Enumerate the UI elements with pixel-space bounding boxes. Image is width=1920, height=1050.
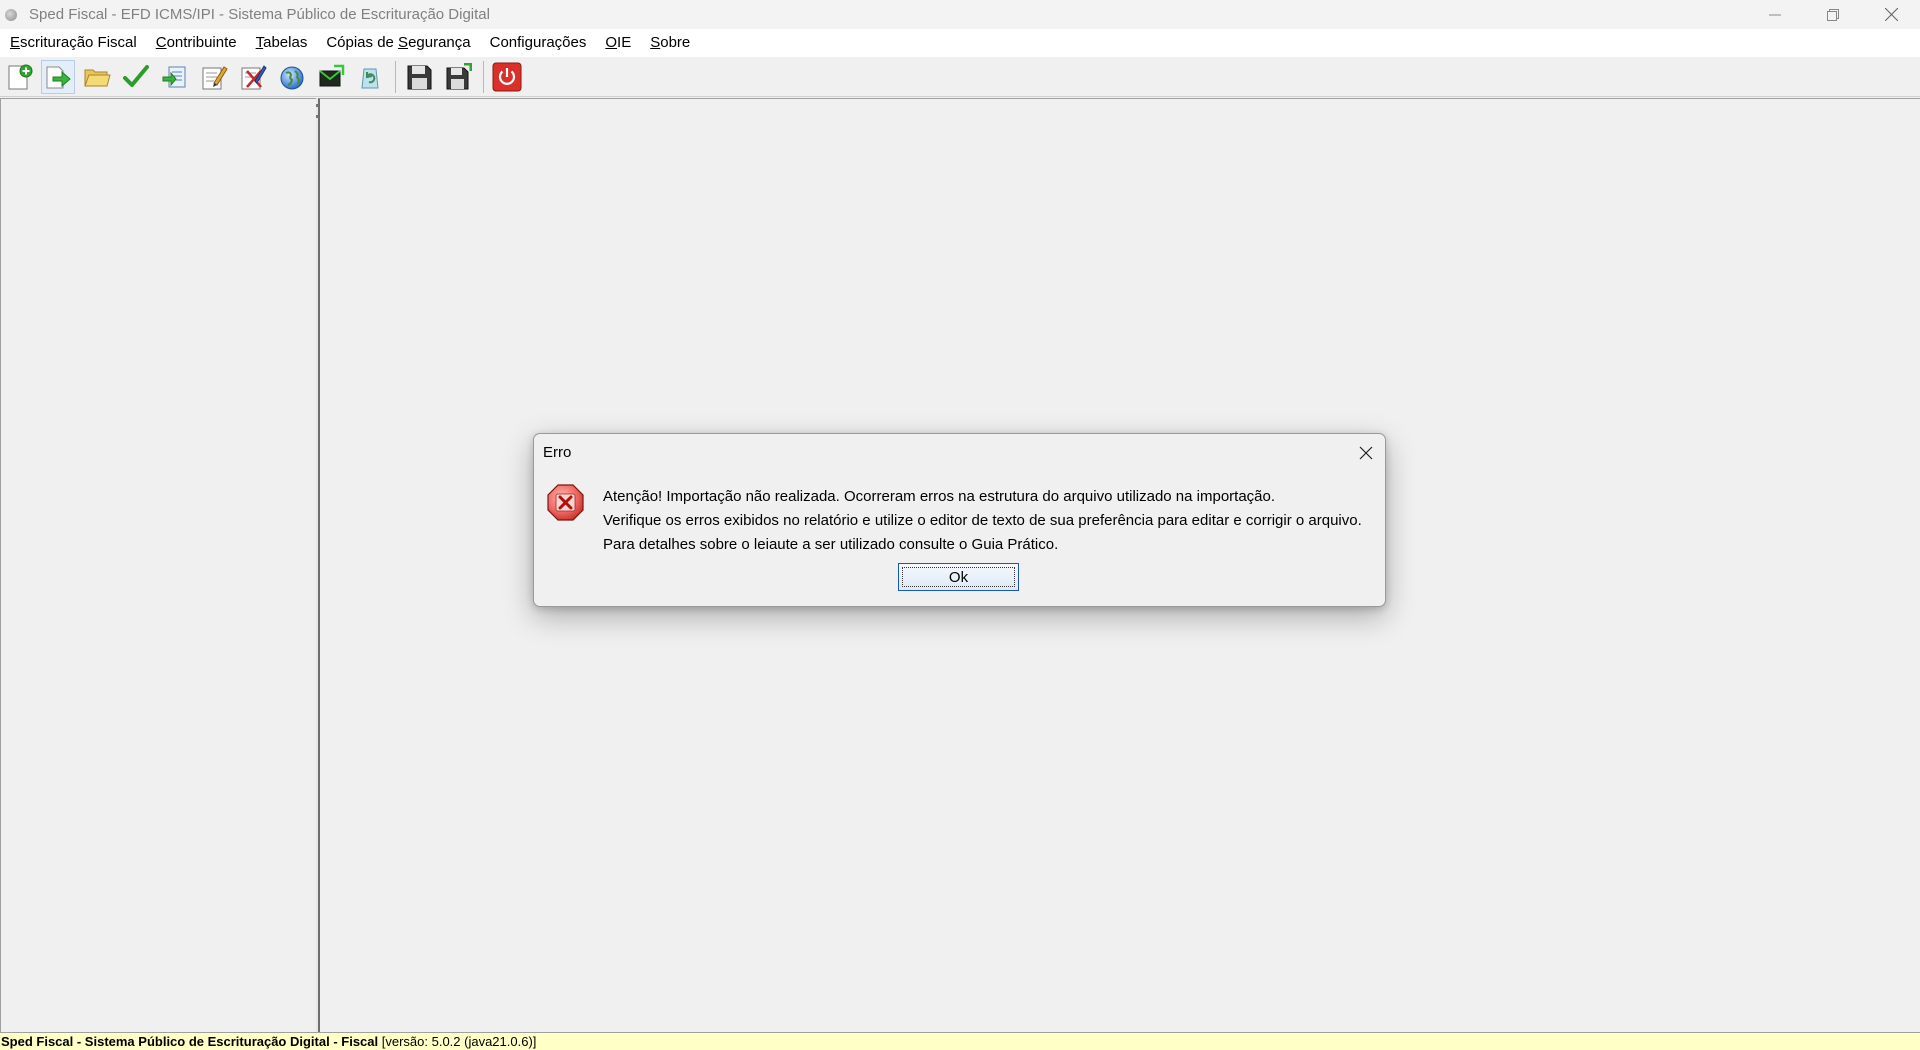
ok-button[interactable]: Ok [898,563,1019,591]
save-as-icon [446,62,472,89]
status-version: [versão: 5.0.2 (java21.0.6)] [381,1034,537,1049]
title-bar: Sped Fiscal - EFD ICMS/IPI - Sistema Púb… [0,0,1920,29]
focus-ring [902,567,1015,587]
save-icon [407,65,432,89]
validate-check-icon [123,64,149,87]
status-app-name: Sped Fiscal - Sistema Público de Escritu… [1,1034,379,1049]
dialog-message: Atenção! Importação não realizada. Ocorr… [603,485,1362,557]
recycle-button[interactable] [353,60,387,94]
window-controls [1746,0,1920,29]
menu-tabelas[interactable]: Tabelas [246,29,317,57]
app-icon [5,8,17,21]
error-icon [547,484,584,521]
menu-copias-de-seguranca[interactable]: Cópias de Segurança [316,29,479,57]
minimize-button[interactable] [1746,0,1804,29]
error-dialog: Erro Atenção! Importação não realizada. … [533,433,1386,607]
menu-sobre[interactable]: Sobre [640,29,699,57]
transmit-button[interactable] [314,60,348,94]
exit-button[interactable] [490,60,524,94]
status-bar: Sped Fiscal - Sistema Público de Escritu… [0,1032,1920,1050]
menu-contribuinte[interactable]: Contribuinte [146,29,246,57]
message-line: Verifique os erros exibidos no relatório… [603,512,1362,529]
message-line: Atenção! Importação não realizada. Ocorr… [603,488,1276,505]
open-button[interactable] [80,60,114,94]
dialog-close-button[interactable] [1355,442,1377,464]
minimize-icon [1769,14,1781,15]
toolbar [0,57,1920,97]
app-window: Sped Fiscal - EFD ICMS/IPI - Sistema Púb… [0,0,1920,1050]
recycle-icon [361,68,379,88]
dialog-title: Erro [543,444,572,461]
menu-escrituracao-fiscal[interactable]: Escrituração Fiscal [0,29,146,57]
sign-document-icon [241,64,267,89]
save-button[interactable] [402,60,436,94]
new-document-icon [8,64,33,89]
toolbar-separator [395,60,396,93]
menu-configuracoes[interactable]: Configurações [480,29,596,57]
navigation-panel [0,98,316,1032]
validate-button[interactable] [119,60,153,94]
import-arrow-icon [46,66,71,88]
restore-button[interactable] [1804,0,1862,29]
export-button[interactable] [158,60,192,94]
edit-button[interactable] [197,60,231,94]
restore-icon [1827,8,1839,21]
menu-bar: Escrituração Fiscal Contribuinte Tabelas… [0,29,1920,57]
close-icon [1884,8,1898,21]
internet-button[interactable] [275,60,309,94]
globe-icon [280,66,304,89]
close-window-button[interactable] [1862,0,1920,29]
new-button[interactable] [2,60,36,94]
transmit-icon [319,64,345,86]
edit-document-icon [202,65,228,89]
power-icon [492,62,522,91]
close-icon [1359,446,1373,460]
window-title: Sped Fiscal - EFD ICMS/IPI - Sistema Púb… [29,6,490,23]
import-button[interactable] [41,59,75,94]
export-icon [162,66,186,87]
message-line: Para detalhes sobre o leiaute a ser util… [603,536,1059,553]
menu-oie[interactable]: OIE [595,29,640,57]
toolbar-separator [483,60,484,93]
open-folder-icon [84,69,111,86]
save-as-button[interactable] [441,60,475,94]
sign-button[interactable] [236,60,270,94]
